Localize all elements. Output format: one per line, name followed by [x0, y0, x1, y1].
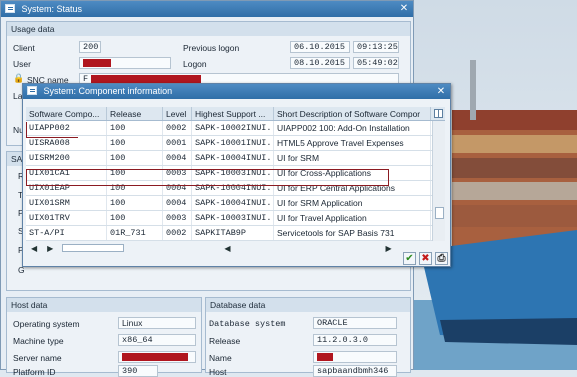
column-settings-icon[interactable]	[431, 107, 445, 120]
cell-support: SAPK-10004INUI...	[192, 196, 274, 210]
cell-level: 0003	[163, 211, 192, 225]
cell-support: SAPK-10001INUI...	[192, 136, 274, 150]
cell-description: HTML5 Approve Travel Expenses	[274, 136, 431, 150]
cell-level: 0001	[163, 136, 192, 150]
ok-button[interactable]: ✔	[403, 252, 416, 265]
vertical-scrollbar[interactable]	[432, 121, 445, 241]
database-data-heading: Database data	[206, 298, 410, 312]
scroll-left-icon[interactable]: ◀	[224, 244, 230, 253]
horizontal-scrollbar[interactable]	[62, 244, 125, 252]
close-icon[interactable]: ✕	[435, 86, 447, 97]
column-header-release[interactable]: Release	[107, 107, 163, 120]
server-name-redaction	[122, 353, 188, 361]
table-row[interactable]: UIX01SRM 100 0004 SAPK-10004INUI... UI f…	[26, 196, 445, 211]
usage-data-heading: Usage data	[7, 22, 410, 36]
scroll-right-icon[interactable]: ▶	[47, 244, 53, 253]
cell-level: 0002	[163, 226, 192, 240]
column-header-description[interactable]: Short Description of Software Compor	[274, 107, 431, 120]
client-field: 200	[79, 41, 101, 53]
cell-release: 100	[107, 136, 163, 150]
machine-type-field: x86_64	[118, 334, 196, 346]
cell-level: 0004	[163, 151, 192, 165]
cell-description: UIAPP002 100: Add-On Installation	[274, 121, 431, 135]
previous-logon-date: 06.10.2015	[290, 41, 350, 53]
db-host-field: sapbaandbmh346	[313, 365, 397, 377]
table-header: Software Compo... Release Level Highest …	[26, 107, 445, 121]
scroll-thumb[interactable]	[435, 207, 444, 219]
logon-label: Logon	[183, 59, 207, 69]
status-window-titlebar: System: Status ✕	[1, 1, 413, 17]
column-header-level[interactable]: Level	[163, 107, 192, 120]
horizontal-scroll-row: ◀ ▶ ◀ ▶	[26, 242, 445, 254]
os-field: Linux	[118, 317, 196, 329]
database-system-field: ORACLE	[313, 317, 397, 329]
db-release-field: 11.2.0.3.0	[313, 334, 397, 346]
db-release-label: Release	[209, 336, 241, 346]
scroll-left-icon[interactable]: ◀	[31, 244, 37, 253]
cell-component: UISRM200	[26, 151, 107, 165]
cell-component: UISRA008	[26, 136, 107, 150]
table-row[interactable]: UISRA008 100 0001 SAPK-10001INUI... HTML…	[26, 136, 445, 151]
cell-description: Servicetools for SAP Basis 731	[274, 226, 431, 240]
cell-support: SAPK-10004INUI...	[192, 151, 274, 165]
component-dialog-title: System: Component information	[43, 86, 173, 96]
table-row[interactable]: ST-A/PI 01R_731 0002 SAPKITAB9P Servicet…	[26, 226, 445, 241]
status-window-title: System: Status	[21, 4, 83, 14]
print-button[interactable]: ⎙	[435, 252, 448, 265]
user-redaction	[83, 59, 111, 67]
cancel-button[interactable]: ✖	[419, 252, 432, 265]
platform-id-label: Platform ID	[13, 367, 56, 377]
selected-row-highlight	[26, 169, 389, 186]
database-system-label: Database system	[209, 319, 286, 329]
cell-support: SAPKITAB9P	[192, 226, 274, 240]
host-data-heading: Host data	[7, 298, 201, 312]
table-row[interactable]: UIAPP002 100 0002 SAPK-10002INUI... UIAP…	[26, 121, 445, 136]
table-row[interactable]: UIX01TRV 100 0003 SAPK-10003INUI... UI f…	[26, 211, 445, 226]
server-name-label: Server name	[13, 353, 62, 363]
column-header-component[interactable]: Software Compo...	[26, 107, 107, 120]
cell-level: 0002	[163, 121, 192, 135]
cell-level: 0004	[163, 196, 192, 210]
machine-type-label: Machine type	[13, 336, 64, 346]
column-header-support[interactable]: Highest Support ...	[192, 107, 274, 120]
cell-release: 100	[107, 211, 163, 225]
cell-component: UIX01SRM	[26, 196, 107, 210]
cell-component: UIX01TRV	[26, 211, 107, 225]
cell-component: ST-A/PI	[26, 226, 107, 240]
cell-description: UI for SRM	[274, 151, 431, 165]
os-label: Operating system	[13, 319, 80, 329]
cell-release: 100	[107, 196, 163, 210]
cell-description: UI for SRM Application	[274, 196, 431, 210]
platform-id-field: 390	[118, 365, 158, 377]
cell-support: SAPK-10003INUI...	[192, 211, 274, 225]
first-cell-highlight	[26, 122, 78, 138]
scroll-right-icon[interactable]: ▶	[385, 244, 391, 253]
snc-redaction	[91, 75, 201, 83]
previous-logon-time: 09:13:25	[353, 41, 399, 53]
window-icon	[5, 4, 15, 14]
db-host-label: Host	[209, 367, 227, 377]
logon-time: 05:49:02	[353, 57, 399, 69]
db-name-redaction	[317, 353, 333, 361]
cell-release: 01R_731	[107, 226, 163, 240]
window-icon	[27, 86, 37, 96]
cell-release: 100	[107, 121, 163, 135]
table-row[interactable]: UISRM200 100 0004 SAPK-10004INUI... UI f…	[26, 151, 445, 166]
component-information-dialog: System: Component information ✕ Software…	[22, 83, 451, 267]
cell-support: SAPK-10002INUI...	[192, 121, 274, 135]
close-icon[interactable]: ✕	[398, 3, 410, 14]
cell-release: 100	[107, 151, 163, 165]
client-label: Client	[13, 43, 35, 53]
logon-date: 08.10.2015	[290, 57, 350, 69]
db-name-label: Name	[209, 353, 232, 363]
cell-description: UI for Travel Application	[274, 211, 431, 225]
user-label: User	[13, 59, 31, 69]
component-dialog-titlebar: System: Component information ✕	[23, 84, 450, 99]
previous-logon-label: Previous logon	[183, 43, 240, 53]
